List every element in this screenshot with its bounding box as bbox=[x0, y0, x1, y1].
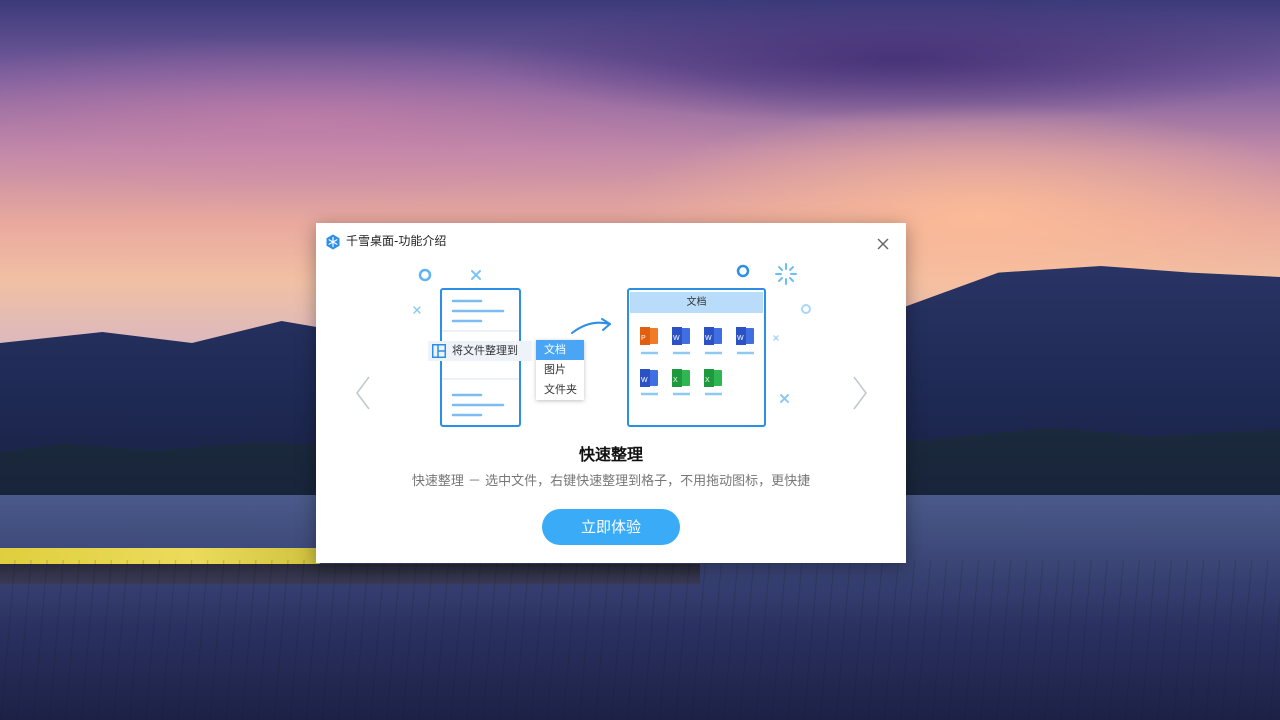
context-submenu: 文档 图片 文件夹 bbox=[536, 340, 584, 400]
try-now-button[interactable]: 立即体验 bbox=[542, 509, 680, 545]
submenu-item-folders: 文件夹 bbox=[536, 380, 584, 400]
decor-circle-icon bbox=[738, 266, 748, 276]
decor-cross-icon bbox=[414, 307, 420, 313]
svg-text:X: X bbox=[673, 377, 678, 384]
context-menu-label: 将文件整理到 bbox=[452, 343, 518, 359]
svg-text:W: W bbox=[641, 377, 648, 384]
chevron-left-icon bbox=[354, 373, 374, 413]
decor-burst-icon bbox=[776, 264, 796, 284]
feature-intro-dialog: 千雪桌面-功能介绍 bbox=[316, 223, 906, 563]
decor-cross-icon bbox=[472, 271, 480, 279]
feature-illustration: P W W W W bbox=[316, 223, 906, 463]
submenu-item-pictures: 图片 bbox=[536, 360, 584, 380]
svg-text:P: P bbox=[641, 335, 646, 342]
next-slide-button[interactable] bbox=[849, 373, 869, 413]
grid-panel-header: 文档 bbox=[630, 292, 763, 313]
decor-circle-icon bbox=[802, 305, 810, 313]
feature-heading: 快速整理 bbox=[316, 445, 906, 465]
svg-text:W: W bbox=[705, 335, 712, 342]
previous-slide-button[interactable] bbox=[354, 373, 374, 413]
decor-cross-icon bbox=[781, 395, 788, 402]
svg-text:X: X bbox=[705, 377, 710, 384]
decor-circle-icon bbox=[420, 270, 430, 280]
feature-description: 快速整理 － 选中文件，右键快速整理到格子，不用拖动图标，更快捷 bbox=[316, 473, 906, 491]
svg-text:W: W bbox=[737, 335, 744, 342]
chevron-right-icon bbox=[849, 373, 869, 413]
svg-text:W: W bbox=[673, 335, 680, 342]
reeds bbox=[0, 560, 1280, 720]
submenu-item-documents: 文档 bbox=[536, 340, 584, 360]
context-menu-item: 将文件整理到 bbox=[428, 341, 532, 361]
decor-cross-icon bbox=[774, 336, 778, 340]
grid-icon bbox=[432, 344, 446, 358]
